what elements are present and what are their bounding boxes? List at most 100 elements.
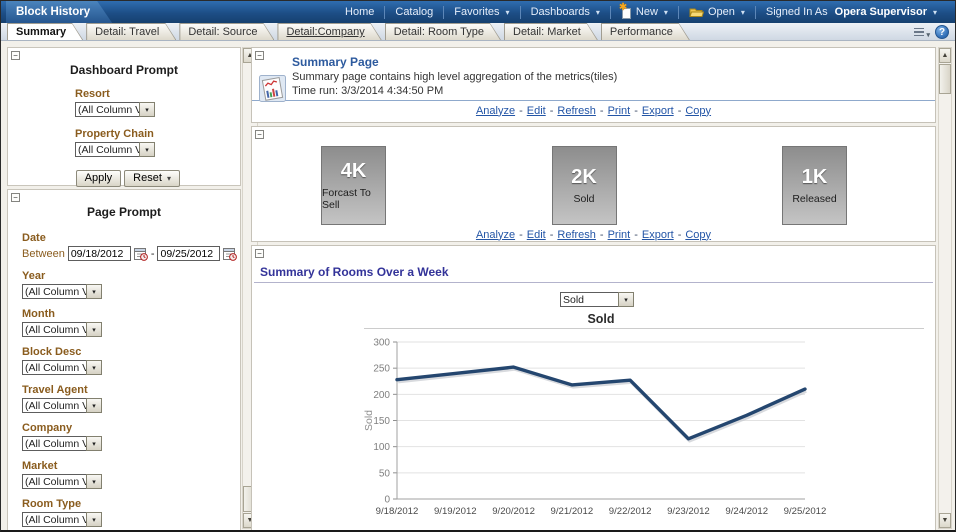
column-value-dropdown[interactable]: (All Column Value▾ xyxy=(75,102,173,117)
nav-item-signed-in-as[interactable]: Signed In AsOpera Supervisor▾ xyxy=(756,5,947,19)
link-analyze[interactable]: Analyze xyxy=(476,105,515,117)
scroll-thumb[interactable] xyxy=(939,64,951,94)
dropdown-arrow-icon[interactable]: ▾ xyxy=(86,398,102,413)
dropdown-arrow-icon[interactable]: ▾ xyxy=(86,512,102,527)
tab-detail-room-type[interactable]: Detail: Room Type xyxy=(385,23,501,40)
nav-item-home[interactable]: Home xyxy=(335,5,384,19)
calendar-icon[interactable] xyxy=(223,247,237,261)
dropdown-arrow-icon[interactable]: ▾ xyxy=(139,142,155,157)
prompt-field-block-desc: Block Desc(All Column Value▾ xyxy=(22,346,240,375)
tile-sold: 2KSold xyxy=(552,146,617,225)
measure-select[interactable]: Sold ▾ xyxy=(560,292,935,307)
column-value-dropdown[interactable]: (All Column Value▾ xyxy=(22,284,240,299)
application-window: Block History HomeCatalogFavorites▾Dashb… xyxy=(0,0,956,532)
collapse-icon[interactable]: − xyxy=(11,193,20,202)
column-value-dropdown[interactable]: (All Column Value▾ xyxy=(22,436,240,451)
tab-label: Detail: Room Type xyxy=(386,24,500,40)
collapse-icon[interactable]: − xyxy=(255,51,264,60)
dashboard-page-tab[interactable]: Block History xyxy=(6,1,112,23)
dashboard-prompt-title: Dashboard Prompt xyxy=(8,63,240,77)
column-value-dropdown[interactable]: (All Column Value▾ xyxy=(22,322,240,337)
tab-label: Performance xyxy=(602,24,689,40)
date-from-input[interactable] xyxy=(68,246,131,261)
scroll-down-button[interactable]: ▼ xyxy=(939,513,951,528)
link-refresh[interactable]: Refresh xyxy=(557,229,596,241)
chart-y-axis-label: Sold xyxy=(363,410,375,431)
scroll-up-button[interactable]: ▲ xyxy=(939,48,951,63)
tab-detail-company[interactable]: Detail:Company xyxy=(277,23,381,40)
dropdown-arrow-icon[interactable]: ▾ xyxy=(86,474,102,489)
column-value-dropdown[interactable]: (All Column Value▾ xyxy=(22,512,240,527)
date-separator: - xyxy=(151,248,155,260)
summary-page-description: Summary page contains high level aggrega… xyxy=(292,71,935,83)
link-print[interactable]: Print xyxy=(608,105,631,117)
column-value-dropdown[interactable]: (All Column Value▾ xyxy=(22,360,240,375)
tile-label: Forcast To Sell xyxy=(322,187,385,211)
nav-item-open[interactable]: Open▾ xyxy=(679,5,755,19)
link-print[interactable]: Print xyxy=(608,229,631,241)
link-edit[interactable]: Edit xyxy=(527,105,546,117)
line-chart: Sold050100150200250300Sold9/18/20129/19/… xyxy=(362,311,935,529)
link-refresh[interactable]: Refresh xyxy=(557,105,596,117)
svg-text:50: 50 xyxy=(379,468,391,479)
dropdown-arrow-icon[interactable]: ▾ xyxy=(618,292,634,307)
link-separator: - xyxy=(550,105,554,117)
tab-detail-travel[interactable]: Detail: Travel xyxy=(86,23,176,40)
link-edit[interactable]: Edit xyxy=(527,229,546,241)
page-options-icon[interactable]: ▾ xyxy=(914,26,929,39)
column-value-dropdown[interactable]: (All Column Value▾ xyxy=(22,474,240,489)
column-value-dropdown[interactable]: (All Column Value▾ xyxy=(22,398,240,413)
collapse-icon[interactable]: − xyxy=(11,51,20,60)
link-copy[interactable]: Copy xyxy=(685,105,711,117)
tab-detail-market[interactable]: Detail: Market xyxy=(504,23,598,40)
prompt-field-company: Company(All Column Value▾ xyxy=(22,422,240,451)
dropdown-value: (All Column Value xyxy=(22,284,86,299)
prompt-field-resort: Resort(All Column Value▾ xyxy=(75,88,173,117)
dropdown-arrow-icon[interactable]: ▾ xyxy=(86,284,102,299)
nav-item-favorites[interactable]: Favorites▾ xyxy=(444,5,519,19)
report-column: − Summary Page Summary page cont xyxy=(251,47,936,532)
help-icon[interactable]: ? xyxy=(935,25,949,39)
link-separator: - xyxy=(634,229,638,241)
date-to-input[interactable] xyxy=(157,246,220,261)
svg-text:9/25/2012: 9/25/2012 xyxy=(784,506,827,517)
link-export[interactable]: Export xyxy=(642,229,674,241)
dropdown-arrow-icon[interactable]: ▾ xyxy=(139,102,155,117)
dropdown-arrow-icon[interactable]: ▾ xyxy=(86,322,102,337)
svg-text:9/21/2012: 9/21/2012 xyxy=(551,506,594,517)
link-separator: - xyxy=(519,229,523,241)
link-export[interactable]: Export xyxy=(642,105,674,117)
tab-detail-source[interactable]: Detail: Source xyxy=(179,23,274,40)
svg-text:9/23/2012: 9/23/2012 xyxy=(667,506,710,517)
link-copy[interactable]: Copy xyxy=(685,229,711,241)
right-scrollbar[interactable]: ▲ ▼ xyxy=(938,47,952,529)
nav-item-new[interactable]: ✱New▾ xyxy=(611,5,678,19)
dropdown-arrow-icon[interactable]: ▾ xyxy=(86,360,102,375)
link-separator: - xyxy=(550,229,554,241)
nav-item-label: Dashboards xyxy=(531,6,590,18)
report-chart-icon xyxy=(259,75,286,105)
prompt-field-label: Month xyxy=(22,308,240,320)
apply-button[interactable]: Apply xyxy=(76,170,122,187)
dashboard-prompt-panel: − Dashboard Prompt Resort(All Column Val… xyxy=(7,47,241,186)
prompt-field-year: Year(All Column Value▾ xyxy=(22,270,240,299)
signed-in-user[interactable]: Opera Supervisor xyxy=(835,6,927,18)
caret-down-icon: ▾ xyxy=(741,8,745,17)
collapse-icon[interactable]: − xyxy=(255,130,264,139)
reset-button[interactable]: Reset ▾ xyxy=(124,170,180,187)
nav-item-catalog[interactable]: Catalog xyxy=(385,5,443,19)
collapse-icon[interactable]: − xyxy=(255,249,264,258)
nav-item-dashboards[interactable]: Dashboards▾ xyxy=(521,5,610,19)
tab-label: Detail: Market xyxy=(505,24,597,40)
link-analyze[interactable]: Analyze xyxy=(476,229,515,241)
tab-label: Summary xyxy=(8,24,82,40)
dropdown-arrow-icon[interactable]: ▾ xyxy=(86,436,102,451)
new-page-icon: ✱ xyxy=(621,6,632,19)
calendar-icon[interactable] xyxy=(134,247,148,261)
dropdown-value: (All Column Value xyxy=(75,142,139,157)
tab-performance[interactable]: Performance xyxy=(601,23,690,40)
prompt-field-property-chain: Property Chain(All Column Value▾ xyxy=(75,128,173,157)
chart-title: Sold xyxy=(587,312,614,326)
tab-summary[interactable]: Summary xyxy=(7,23,83,40)
column-value-dropdown[interactable]: (All Column Value▾ xyxy=(75,142,173,157)
